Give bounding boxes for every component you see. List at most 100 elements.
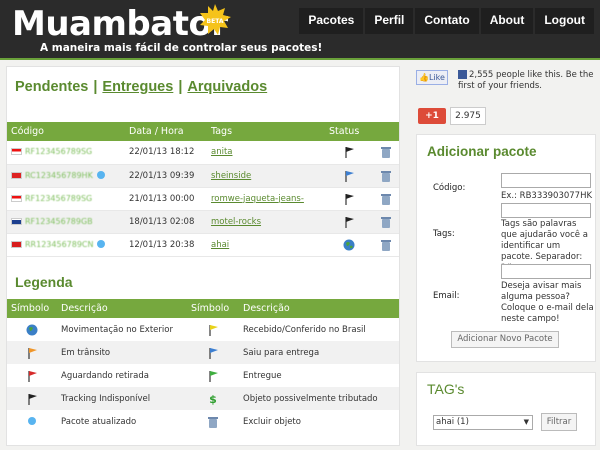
- email-input[interactable]: [501, 264, 591, 279]
- tracking-code[interactable]: RC123456789HK: [25, 171, 93, 180]
- china-flag-icon: [11, 240, 22, 248]
- thumbs-up-icon: 👍: [419, 73, 429, 82]
- codigo-hint: Ex.: RB333903077HK: [501, 191, 593, 201]
- tab-separator: |: [93, 79, 98, 95]
- legend-row: Pacote atualizado Excluir objeto: [7, 410, 399, 433]
- col-descricao: Descrição: [57, 299, 187, 318]
- black-flag-icon: [344, 147, 354, 159]
- site-logo[interactable]: Muambator: [12, 4, 228, 44]
- table-row[interactable]: RR123456789CN 12/01/13 20:38 ahai: [7, 233, 399, 257]
- updated-star-icon: [28, 417, 36, 426]
- legend-header-row: Símbolo Descrição Símbolo Descrição: [7, 299, 399, 318]
- legend-description: Em trânsito: [57, 341, 187, 364]
- facebook-like-button[interactable]: 👍Like: [416, 70, 448, 85]
- tab-entregues[interactable]: Entregues: [102, 79, 173, 95]
- hongkong-flag-icon: [11, 171, 22, 179]
- col-simbolo: Símbolo: [187, 299, 239, 318]
- facebook-like-widget: 👍Like 2,555 people like this. Be the fir…: [416, 68, 596, 98]
- add-package-button[interactable]: Adicionar Novo Pacote: [451, 331, 559, 348]
- tab-arquivados[interactable]: Arquivados: [187, 79, 267, 95]
- table-row[interactable]: RF123456789SG 21/01/13 00:00 romwe-jaque…: [7, 187, 399, 211]
- trash-icon[interactable]: [381, 170, 391, 182]
- blue-flag-icon: [208, 347, 218, 359]
- package-date: 18/01/13 02:08: [125, 210, 207, 234]
- globe-icon: [343, 239, 355, 250]
- filter-button[interactable]: Filtrar: [541, 413, 577, 431]
- nav-logout[interactable]: Logout: [535, 8, 594, 34]
- site-header: Muambator BETA A maneira mais fácil de c…: [0, 0, 600, 60]
- orange-flag-icon: [27, 347, 37, 359]
- facebook-icon: [458, 70, 467, 79]
- table-row[interactable]: RC123456789HK 22/01/13 09:39 sheinside: [7, 164, 399, 188]
- beta-badge-icon: BETA: [200, 4, 231, 35]
- tracking-code[interactable]: RF123456789SG: [25, 194, 92, 203]
- table-row[interactable]: RF123456789GB 18/01/13 02:08 motel-rocks: [7, 210, 399, 234]
- svg-text:$: $: [209, 393, 217, 405]
- tagline: A maneira mais fácil de controlar seus p…: [40, 42, 323, 54]
- trash-icon[interactable]: [381, 146, 391, 159]
- nav-perfil[interactable]: Perfil: [365, 8, 414, 34]
- tab-separator: |: [178, 79, 183, 95]
- tracking-code[interactable]: RF123456789GB: [25, 217, 93, 226]
- uk-flag-icon: [11, 217, 22, 225]
- trash-icon[interactable]: [381, 239, 391, 251]
- tracking-code[interactable]: RR123456789CN: [25, 240, 94, 249]
- add-package-panel: Adicionar pacote Código: Ex.: RB33390307…: [416, 134, 596, 362]
- package-tag[interactable]: anita: [211, 147, 233, 157]
- tag-select[interactable]: ahai (1) ▼: [433, 415, 533, 430]
- email-label: Email:: [433, 291, 460, 301]
- package-date: 22/01/13 18:12: [125, 141, 207, 165]
- trash-icon[interactable]: [381, 193, 391, 205]
- packages-table: Código Data / Hora Tags Status RF1234567…: [7, 122, 399, 257]
- packages-header-row: Código Data / Hora Tags Status: [7, 122, 399, 141]
- legend-description: Pacote atualizado: [61, 416, 137, 427]
- add-package-title: Adicionar pacote: [427, 144, 537, 159]
- legend-row: Movimentação no Exterior Recebido/Confer…: [7, 318, 399, 341]
- legend-description: Movimentação no Exterior: [61, 324, 173, 335]
- globe-icon: [26, 324, 38, 335]
- tab-pendentes[interactable]: Pendentes: [15, 79, 88, 95]
- updated-star-icon: [96, 171, 105, 180]
- legend-description: Saiu para entrega: [239, 341, 399, 364]
- table-row[interactable]: RF123456789SG 22/01/13 18:12 anita: [7, 141, 399, 165]
- col-tags: Tags: [207, 122, 325, 141]
- legend-description: Excluir objeto: [243, 416, 301, 427]
- package-tag[interactable]: romwe-jaqueta-jeans-: [211, 194, 304, 204]
- package-tag[interactable]: ahai: [211, 240, 229, 250]
- trash-icon[interactable]: [381, 216, 391, 228]
- nav-about[interactable]: About: [480, 8, 534, 34]
- yellow-flag-icon: [208, 324, 218, 336]
- main-nav: Pacotes Perfil Contato About Logout: [297, 8, 594, 34]
- google-plus-button[interactable]: +1: [418, 108, 446, 124]
- main-panel: Pendentes | Entregues | Arquivados Código Da…: [6, 66, 400, 446]
- legend-row: Tracking Indisponível $ Objeto possivelm…: [7, 387, 399, 410]
- package-tag[interactable]: sheinside: [211, 171, 251, 181]
- tracking-code[interactable]: RF123456789SG: [25, 147, 92, 156]
- singapore-flag-icon: [11, 148, 22, 156]
- svg-text:BETA: BETA: [207, 18, 224, 25]
- chevron-down-icon: ▼: [523, 418, 529, 426]
- col-actions: [373, 122, 399, 141]
- dollar-icon: $: [209, 393, 217, 405]
- tags-title: TAG's: [427, 381, 465, 397]
- legend-description: Entregue: [243, 370, 282, 381]
- tags-input[interactable]: [501, 203, 591, 218]
- legend-description: Objeto possivelmente tributado: [239, 387, 399, 410]
- legend-row: Aguardando retirada Entregue: [7, 364, 399, 387]
- codigo-input[interactable]: [501, 173, 591, 188]
- col-codigo: Código: [7, 122, 125, 141]
- like-label: Like: [428, 73, 445, 82]
- facebook-like-text: 2,555 people like this. Be the first of …: [458, 70, 594, 91]
- package-date: 21/01/13 00:00: [125, 187, 207, 211]
- legend-description: Tracking Indisponível: [57, 387, 187, 410]
- col-data-hora: Data / Hora: [125, 122, 207, 141]
- email-hint: Deseja avisar mais alguma pessoa? Coloqu…: [501, 281, 594, 324]
- legend-table: Símbolo Descrição Símbolo Descrição Movi…: [7, 299, 399, 433]
- nav-contato[interactable]: Contato: [415, 8, 479, 34]
- package-tag[interactable]: motel-rocks: [211, 217, 261, 227]
- black-flag-icon: [344, 193, 354, 205]
- facebook-like-count: 2,555 people like this. Be the first of …: [458, 70, 598, 92]
- nav-pacotes[interactable]: Pacotes: [299, 8, 364, 34]
- codigo-label: Código:: [433, 183, 466, 193]
- green-flag-icon: [208, 370, 218, 382]
